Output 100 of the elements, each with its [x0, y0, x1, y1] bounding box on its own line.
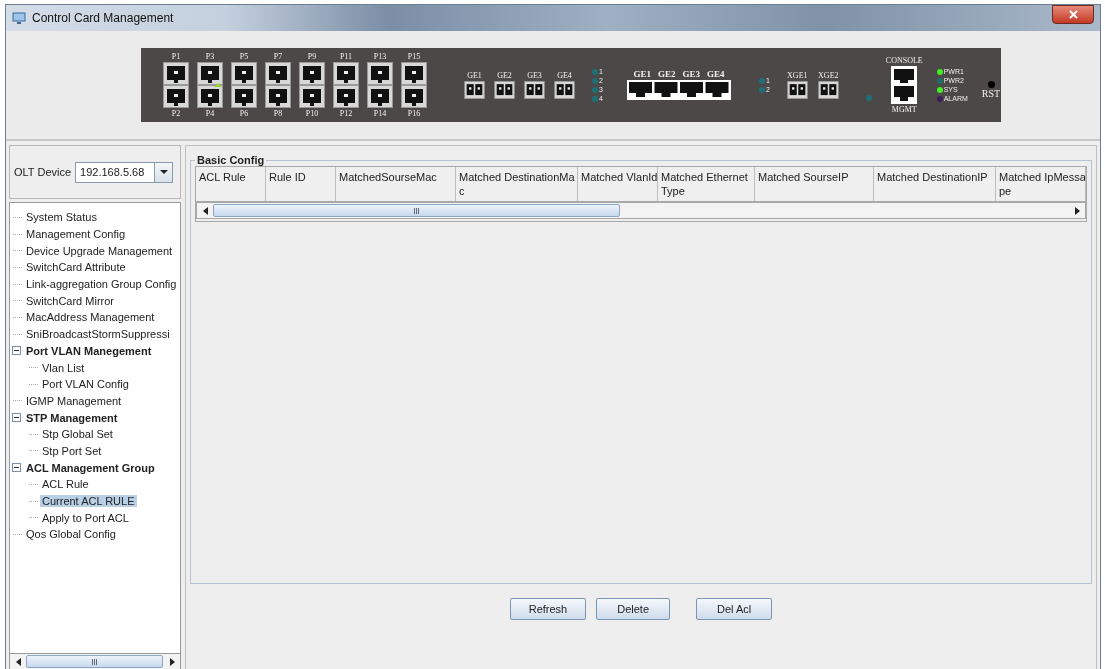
grip-icon — [414, 207, 419, 214]
tree-item[interactable]: Apply to Port ACL — [40, 511, 131, 524]
port-label: XGE2 — [818, 71, 839, 80]
tree-item[interactable]: SwitchCard Attribute — [24, 261, 128, 274]
port-label: RST — [981, 88, 1001, 98]
action-button[interactable]: Refresh — [509, 598, 587, 620]
ethernet-ports-icon — [891, 66, 918, 104]
port-label: GE3 — [527, 71, 542, 80]
column-header[interactable]: MatchedSourseMac — [336, 167, 456, 201]
port-label: P15 — [407, 52, 421, 61]
port-label: P14 — [373, 109, 387, 118]
window-title: Control Card Management — [32, 11, 175, 25]
port-label: P8 — [273, 109, 283, 118]
sfp-port-icon — [461, 81, 488, 99]
port-label: P4 — [205, 109, 215, 118]
tree-item[interactable]: Link-aggregation Group Config — [24, 278, 179, 291]
port-label: GE4 — [557, 71, 572, 80]
close-button[interactable] — [1052, 5, 1094, 24]
tree-item[interactable]: Management Config — [24, 228, 128, 241]
sfp-port-icon — [197, 85, 223, 108]
port-label: P7 — [273, 52, 283, 61]
column-header[interactable]: Matched IpMessa pe — [996, 167, 1086, 201]
device-combo-box[interactable]: 192.168.5.68 — [75, 161, 174, 183]
grip-icon — [92, 658, 97, 665]
sfp-port-icon — [231, 85, 257, 108]
column-header[interactable]: Matched DestinationIP — [874, 167, 996, 201]
tree-item[interactable]: Stp Global Set — [40, 428, 115, 441]
scroll-thumb[interactable] — [213, 204, 620, 217]
led-icon — [592, 86, 598, 93]
port-label: GE2 — [657, 70, 676, 79]
caret-icon — [159, 170, 168, 174]
port-label: GE1 — [467, 71, 482, 80]
right-arrow-icon — [169, 657, 175, 666]
tree-item[interactable]: System Status — [24, 211, 99, 224]
sfp-port-icon — [163, 85, 189, 108]
sfp-port-icon — [551, 81, 578, 99]
port-label: P12 — [339, 109, 353, 118]
left-arrow-icon — [202, 206, 208, 215]
tree-item[interactable]: MacAddress Management — [24, 311, 157, 324]
port-label: P16 — [407, 109, 421, 118]
tree-item[interactable]: SniBroadcastStormSuppressi — [24, 328, 172, 341]
port-label: P2 — [171, 109, 181, 118]
collapse-icon[interactable] — [12, 413, 21, 423]
led-icon — [758, 86, 765, 93]
led-icon — [865, 95, 872, 101]
port-label: GE3 — [682, 70, 700, 79]
port-label: P10 — [305, 109, 319, 118]
tree-item[interactable]: Current ACL RULE — [40, 495, 137, 508]
reset-hole-icon — [987, 80, 995, 88]
link-indicator-icon — [214, 83, 222, 87]
dropdown-button[interactable] — [154, 162, 173, 182]
port-label: P9 — [307, 52, 317, 61]
column-header[interactable]: Rule ID — [266, 167, 336, 201]
port-label: P11 — [339, 52, 353, 61]
led-icon — [592, 95, 598, 102]
column-header[interactable]: Matched SourseIP — [755, 167, 874, 201]
tree-item[interactable]: ACL Management Group — [24, 461, 157, 474]
tree-item[interactable]: Port VLAN Config — [40, 378, 131, 391]
tree-item[interactable]: IGMP Management — [24, 394, 124, 407]
sfp-port-icon — [333, 85, 359, 108]
port-label: P5 — [239, 52, 249, 61]
collapse-icon[interactable] — [12, 346, 21, 356]
right-arrow-icon — [1074, 206, 1080, 215]
field-label: OLT Device — [14, 166, 72, 178]
port-label: P6 — [239, 109, 249, 118]
group-title: Basic Config — [196, 154, 266, 166]
tree-item[interactable]: Device Upgrade Management — [24, 244, 175, 257]
port-label: MGMT — [891, 105, 917, 114]
close-icon — [1068, 10, 1078, 19]
horizontal-scrollbar[interactable] — [196, 202, 1086, 219]
sfp-port-icon — [367, 85, 393, 108]
led-icon — [758, 77, 765, 84]
port-label: GE4 — [706, 70, 725, 79]
tree-item[interactable]: Port VLAN Manegement — [24, 344, 154, 357]
port-label: XGE1 — [787, 71, 808, 80]
tree-item[interactable]: Stp Port Set — [40, 444, 104, 457]
column-header[interactable]: Matched Ethernet Type — [658, 167, 755, 201]
scroll-thumb[interactable] — [26, 655, 163, 668]
port-label: GE2 — [497, 71, 512, 80]
tree-item[interactable]: ACL Rule — [40, 478, 91, 491]
action-button[interactable]: Del Acl — [696, 598, 773, 620]
action-button[interactable]: Delete — [596, 598, 671, 620]
collapse-icon[interactable] — [12, 463, 21, 473]
port-label: P3 — [205, 52, 215, 61]
column-header[interactable]: Matched DestinationMa c — [456, 167, 578, 201]
tree-item[interactable]: STP Management — [24, 411, 120, 424]
tree-item[interactable]: Vlan List — [40, 361, 87, 374]
tree-item[interactable]: Qos Global Config — [24, 528, 118, 541]
sfp-port-icon — [401, 85, 427, 108]
left-arrow-icon — [15, 657, 21, 666]
sfp-port-icon — [265, 85, 291, 108]
sfp-port-icon — [491, 81, 518, 99]
horizontal-scrollbar[interactable] — [9, 654, 181, 669]
tree-item[interactable]: SwitchCard Mirror — [24, 294, 116, 307]
ethernet-ports-icon — [626, 80, 731, 100]
column-header[interactable]: ACL Rule — [196, 167, 266, 201]
column-header[interactable]: Matched VlanId — [578, 167, 658, 201]
port-label: GE1 — [633, 70, 651, 79]
port-label: CONSOLE — [885, 56, 923, 65]
sfp-port-icon — [521, 81, 548, 99]
